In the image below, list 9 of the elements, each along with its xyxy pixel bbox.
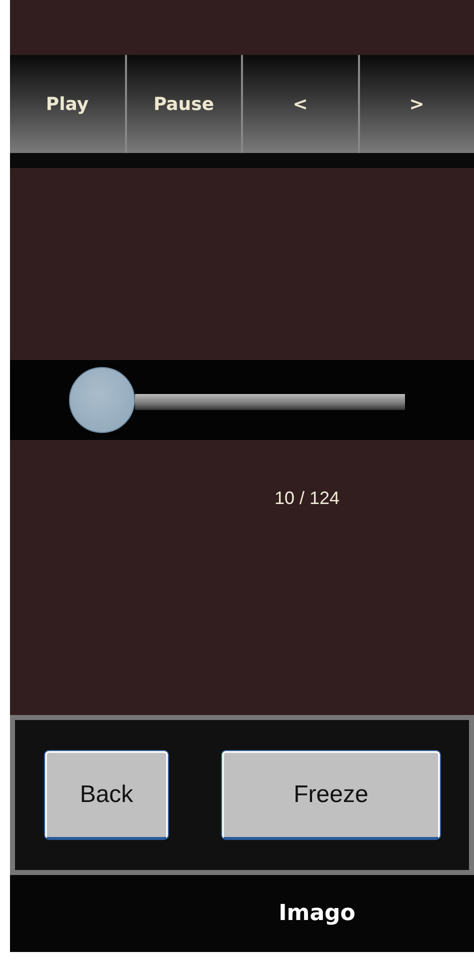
- slider-track[interactable]: [135, 394, 405, 410]
- toolbar-button[interactable]: >: [360, 55, 474, 153]
- toolbar-button[interactable]: <: [243, 55, 360, 153]
- freeze-button[interactable]: Freeze: [222, 751, 440, 839]
- back-button[interactable]: Back: [45, 751, 168, 839]
- frame-counter: 10 / 124: [274, 488, 340, 510]
- toolbar-button[interactable]: Play: [10, 55, 126, 153]
- footer-title: Imago: [278, 901, 356, 926]
- toolbar-button[interactable]: Pause: [126, 55, 243, 153]
